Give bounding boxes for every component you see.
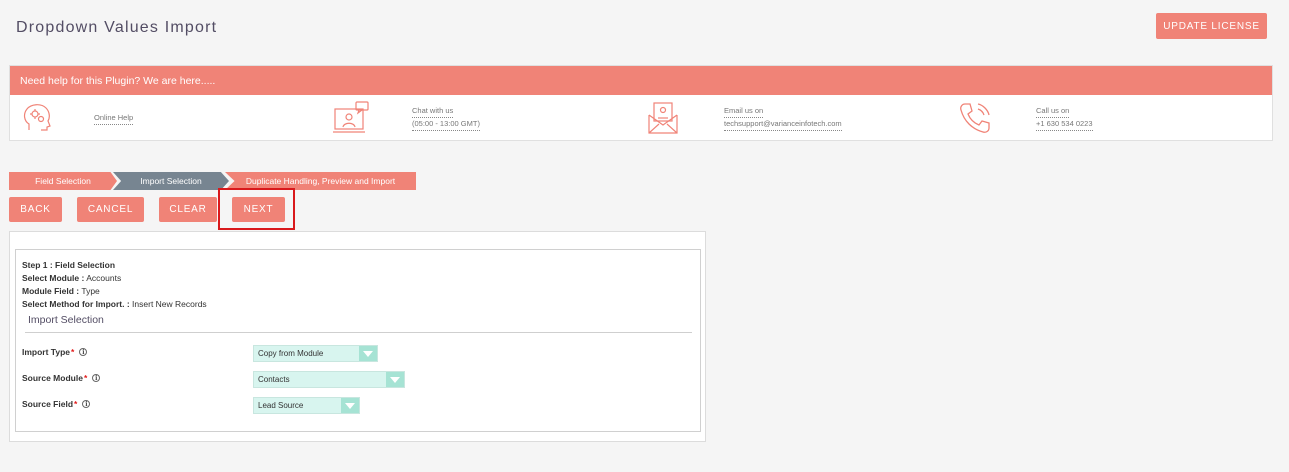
chat-label: Chat with us [412, 105, 454, 118]
update-license-button[interactable]: UPDATE LICENSE [1156, 13, 1267, 39]
import-type-select[interactable]: Copy from Module [253, 345, 378, 362]
breadcrumb-import-selection: Import Selection [113, 172, 229, 190]
online-help-link[interactable]: Online Help [94, 112, 134, 125]
info-icon[interactable]: i [82, 400, 91, 408]
phone-icon [956, 99, 994, 137]
field-summary: Module Field : Type [22, 286, 100, 296]
back-button[interactable]: BACK [9, 197, 62, 222]
source-field-label: Source Field * i [22, 399, 91, 409]
breadcrumb-field-selection: Field Selection [9, 172, 117, 190]
import-selection-title: Import Selection [28, 314, 104, 326]
source-field-select[interactable]: Lead Source [253, 397, 360, 414]
source-module-select[interactable]: Contacts [253, 371, 405, 388]
cancel-button[interactable]: CANCEL [77, 197, 144, 222]
method-summary: Select Method for Import. : Insert New R… [22, 299, 207, 309]
import-form-inner: Step 1 : Field Selection Select Module :… [15, 249, 701, 432]
email-envelope-icon [644, 99, 682, 137]
info-icon[interactable]: i [92, 374, 101, 382]
chat-item[interactable]: Chat with us (05:00 - 13:00 GMT) [332, 95, 480, 141]
help-panel: Need help for this Plugin? We are here..… [9, 65, 1273, 141]
clear-button[interactable]: CLEAR [159, 197, 217, 222]
section-divider [25, 332, 692, 333]
source-module-label: Source Module * i [22, 373, 101, 383]
import-form-panel: Step 1 : Field Selection Select Module :… [9, 231, 706, 442]
chevron-down-icon[interactable] [386, 372, 404, 387]
next-highlight-box [218, 188, 295, 230]
call-label: Call us on [1036, 105, 1070, 118]
call-item[interactable]: Call us on +1 630 534 0223 [956, 95, 1093, 141]
email-item[interactable]: Email us on techsupport@varianceinfotech… [644, 95, 842, 141]
email-label: Email us on [724, 105, 764, 118]
page-title: Dropdown Values Import [16, 19, 218, 36]
chat-hours: (05:00 - 13:00 GMT) [412, 118, 480, 131]
import-type-label: Import Type * i [22, 347, 88, 357]
info-icon[interactable]: i [79, 348, 88, 356]
chevron-down-icon[interactable] [341, 398, 359, 413]
help-header: Need help for this Plugin? We are here..… [10, 66, 1272, 95]
module-summary: Select Module : Accounts [22, 273, 122, 283]
chevron-down-icon[interactable] [359, 346, 377, 361]
email-link[interactable]: techsupport@varianceinfotech.com [724, 118, 842, 131]
online-help-item[interactable]: Online Help [18, 95, 134, 141]
chat-monitor-icon [332, 99, 370, 137]
step-summary: Step 1 : Field Selection [22, 260, 116, 270]
call-number[interactable]: +1 630 534 0223 [1036, 118, 1093, 131]
head-gears-icon [18, 99, 56, 137]
